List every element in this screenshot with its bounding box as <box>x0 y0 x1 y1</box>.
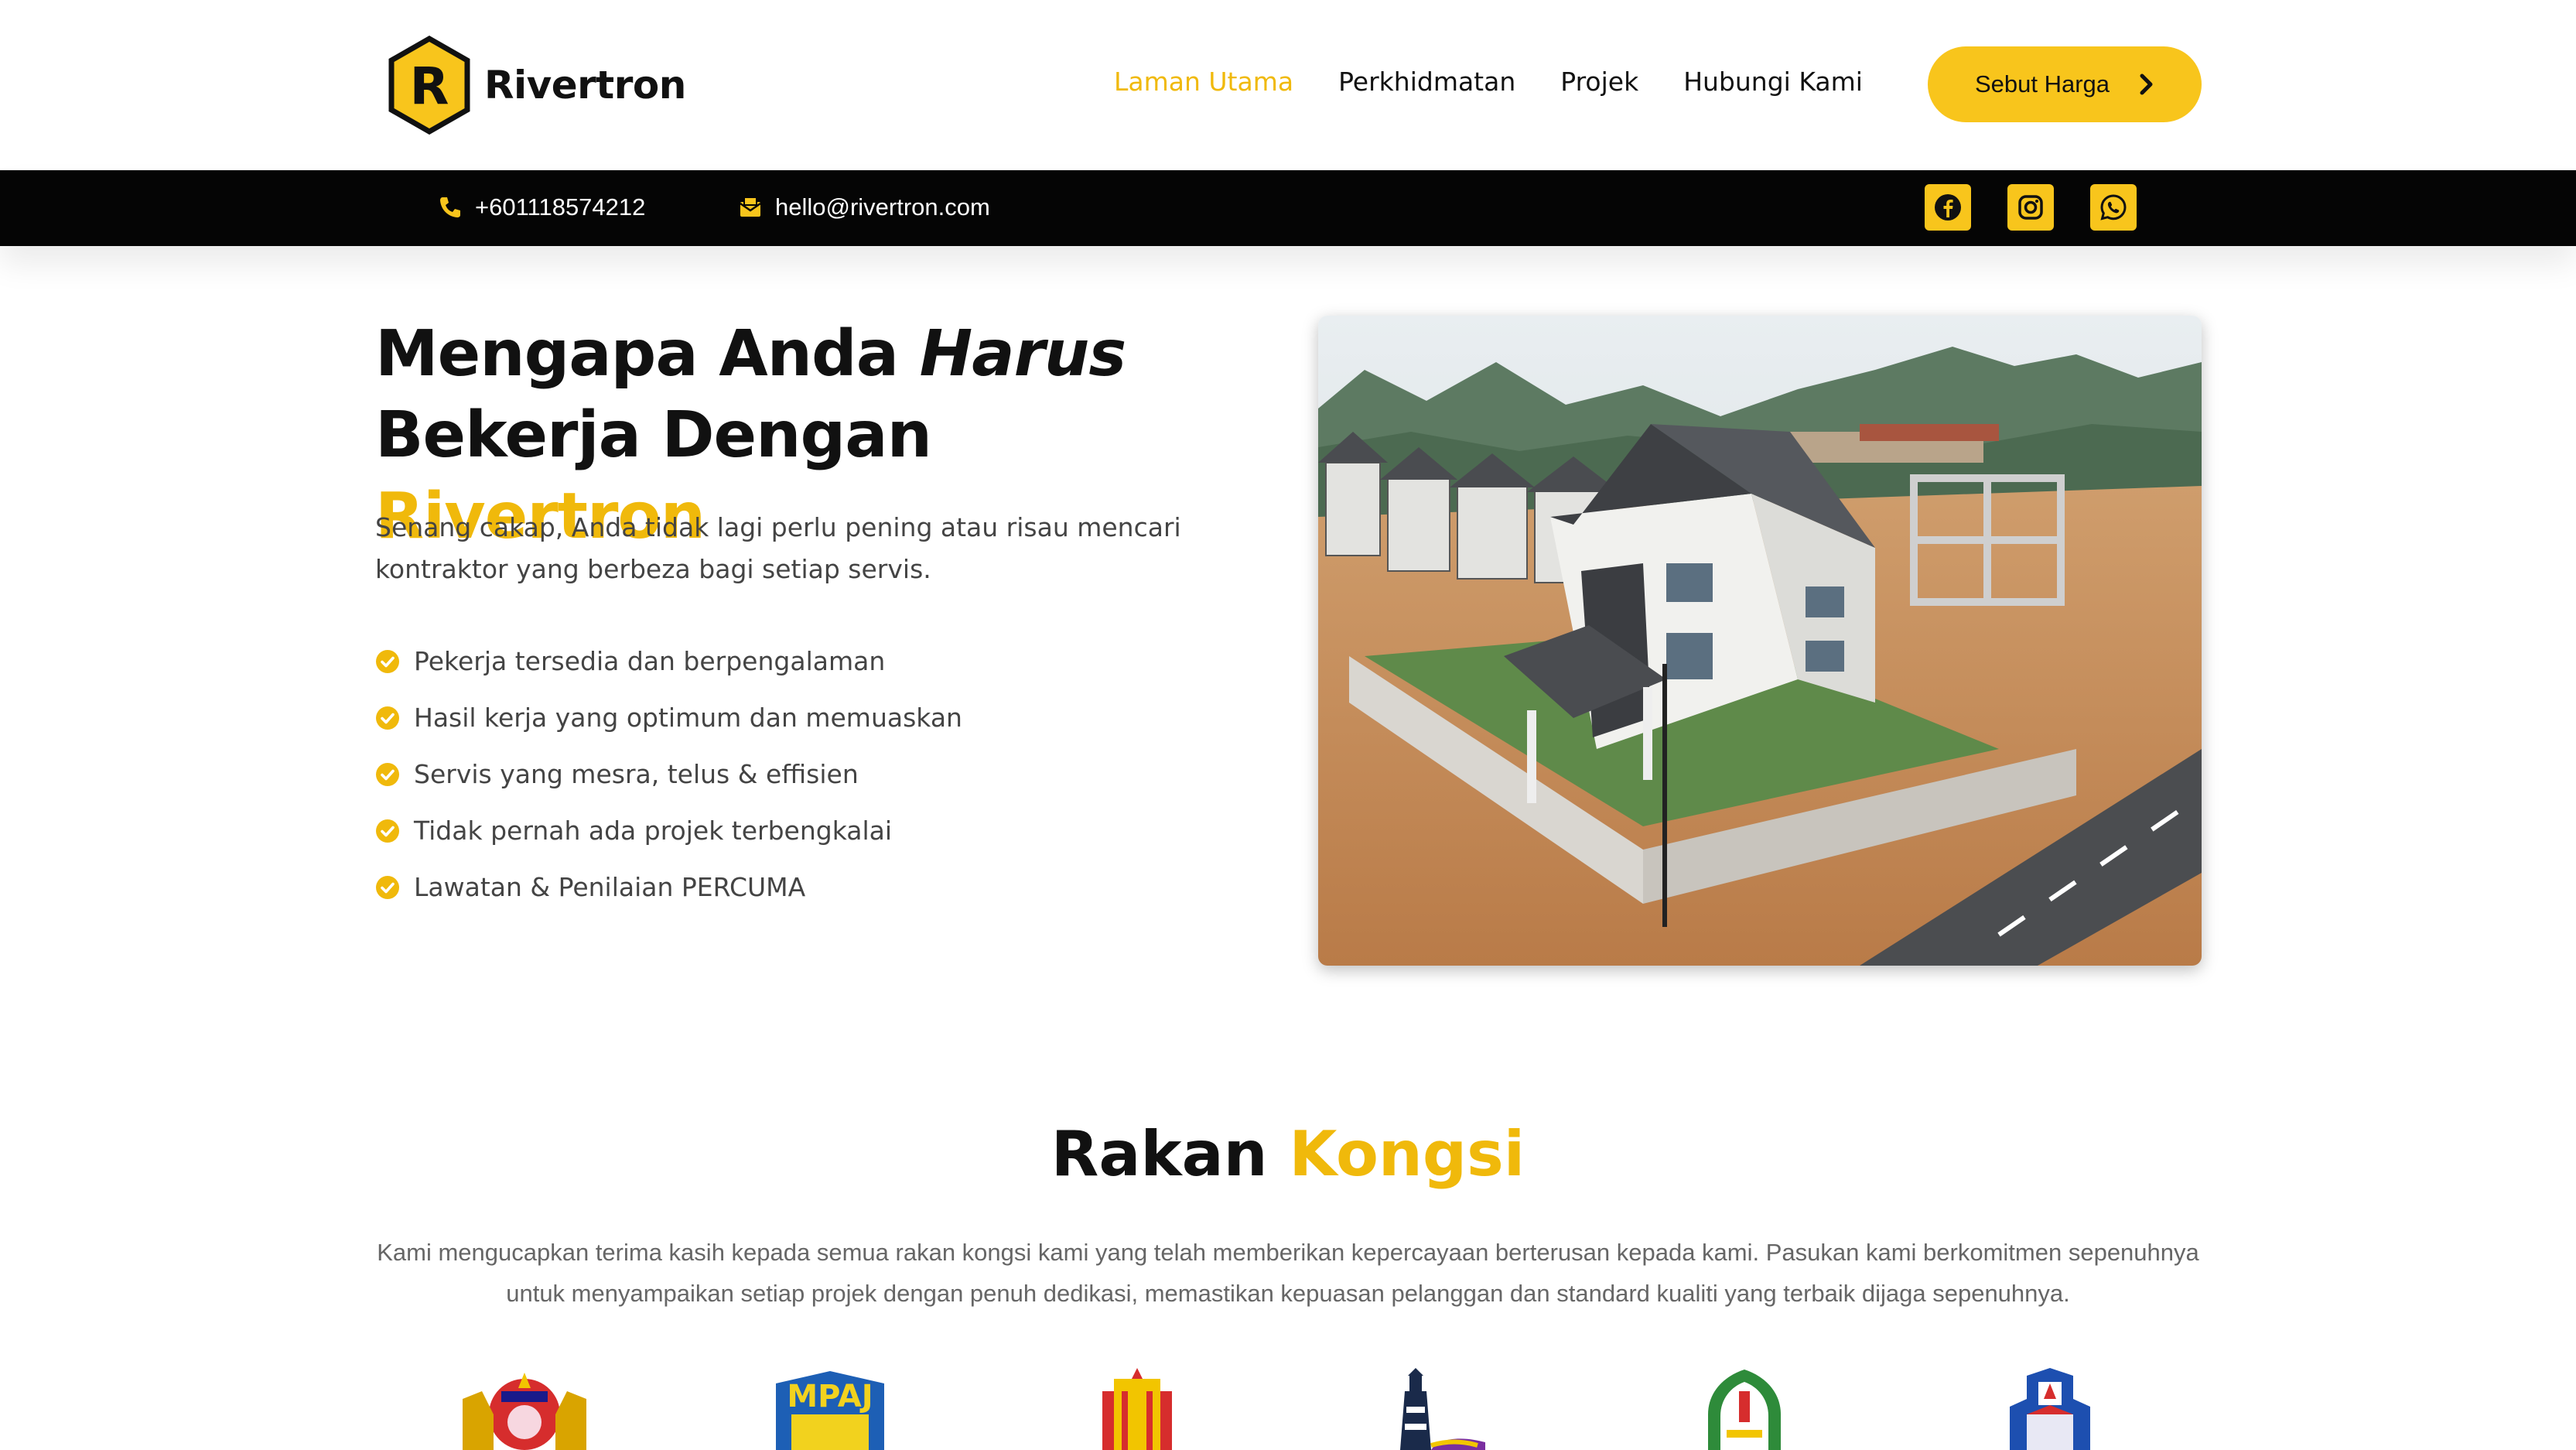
hero-heading-part1: Mengapa Anda <box>375 317 920 391</box>
facebook-link[interactable] <box>1925 184 1971 231</box>
partners-heading: Rakan Kongsi <box>0 1118 2576 1190</box>
phone-contact[interactable]: +601118574212 <box>438 193 645 221</box>
nav-item-services[interactable]: Perkhidmatan <box>1338 67 1515 97</box>
hero-description: Senang cakap, Anda tidak lagi perlu peni… <box>375 512 1181 584</box>
mpaj-logo-text: MPAJ <box>787 1379 873 1414</box>
partner-logos: MPAJ <box>0 1368 2576 1450</box>
house-illustration <box>1318 316 2202 966</box>
hero-heading-part2: Bekerja Dengan <box>375 398 932 472</box>
social-links <box>1888 184 2137 231</box>
check-circle-icon <box>376 706 399 730</box>
list-item: Tidak pernah ada projek terbengkalai <box>375 802 962 859</box>
green-crest-logo <box>1708 1370 1781 1450</box>
logo-letter: R <box>410 56 449 116</box>
mail-icon <box>740 197 761 217</box>
lighthouse-logo <box>1400 1368 1485 1450</box>
tower-logo <box>1102 1368 1172 1450</box>
partners-heading-part1: Rakan <box>1051 1118 1290 1190</box>
list-item-label: Tidak pernah ada projek terbengkalai <box>414 816 893 846</box>
quote-button[interactable]: Sebut Harga <box>1928 46 2202 122</box>
chevron-right-icon <box>2140 74 2153 95</box>
phone-number: +601118574212 <box>475 193 646 221</box>
list-item: Lawatan & Penilaian PERCUMA <box>375 859 962 915</box>
state-crest-logo <box>463 1373 586 1450</box>
brand-logo[interactable]: R Rivertron <box>387 36 686 135</box>
list-item: Pekerja tersedia dan berpengalaman <box>375 633 962 689</box>
check-circle-icon <box>376 649 399 673</box>
facebook-icon <box>1935 194 1961 221</box>
quote-button-label: Sebut Harga <box>1974 70 2110 97</box>
list-item: Hasil kerja yang optimum dan memuaskan <box>375 689 962 746</box>
blue-crest-logo <box>2010 1368 2090 1450</box>
brand-name: Rivertron <box>484 63 686 108</box>
partners-description: Kami mengucapkan terima kasih kepada sem… <box>377 1239 2199 1307</box>
mpaj-logo: MPAJ <box>776 1371 884 1450</box>
email-contact[interactable]: hello@rivertron.com <box>738 193 990 221</box>
email-address: hello@rivertron.com <box>775 193 990 221</box>
instagram-icon <box>2018 195 2043 220</box>
nav-item-home[interactable]: Laman Utama <box>1114 67 1293 97</box>
list-item-label: Lawatan & Penilaian PERCUMA <box>414 872 806 902</box>
check-circle-icon <box>376 762 399 786</box>
list-item-label: Servis yang mesra, telus & effisien <box>414 759 859 789</box>
main-nav: Laman Utama Perkhidmatan Projek Hubungi … <box>1114 67 1908 97</box>
list-item: Servis yang mesra, telus & effisien <box>375 746 962 802</box>
whatsapp-icon <box>2100 194 2127 221</box>
check-circle-icon <box>376 875 399 899</box>
partners-heading-highlight: Kongsi <box>1289 1118 1525 1190</box>
benefit-list: Pekerja tersedia dan berpengalaman Hasil… <box>375 633 962 915</box>
check-circle-icon <box>376 819 399 843</box>
hero-heading-italic: Harus <box>919 317 1127 391</box>
list-item-label: Pekerja tersedia dan berpengalaman <box>414 646 886 676</box>
nav-item-projects[interactable]: Projek <box>1560 67 1638 97</box>
list-item-label: Hasil kerja yang optimum dan memuaskan <box>414 703 962 733</box>
logo-hexagon-icon: R <box>388 36 470 135</box>
whatsapp-link[interactable] <box>2090 184 2137 231</box>
nav-item-contact[interactable]: Hubungi Kami <box>1683 67 1863 97</box>
contact-bar: +601118574212 hello@rivertron.com <box>0 170 2576 246</box>
site-header: R Rivertron Laman Utama Perkhidmatan Pro… <box>0 0 2576 170</box>
hero-house-photo <box>1318 316 2202 966</box>
instagram-link[interactable] <box>2007 184 2054 231</box>
phone-icon <box>440 197 460 217</box>
